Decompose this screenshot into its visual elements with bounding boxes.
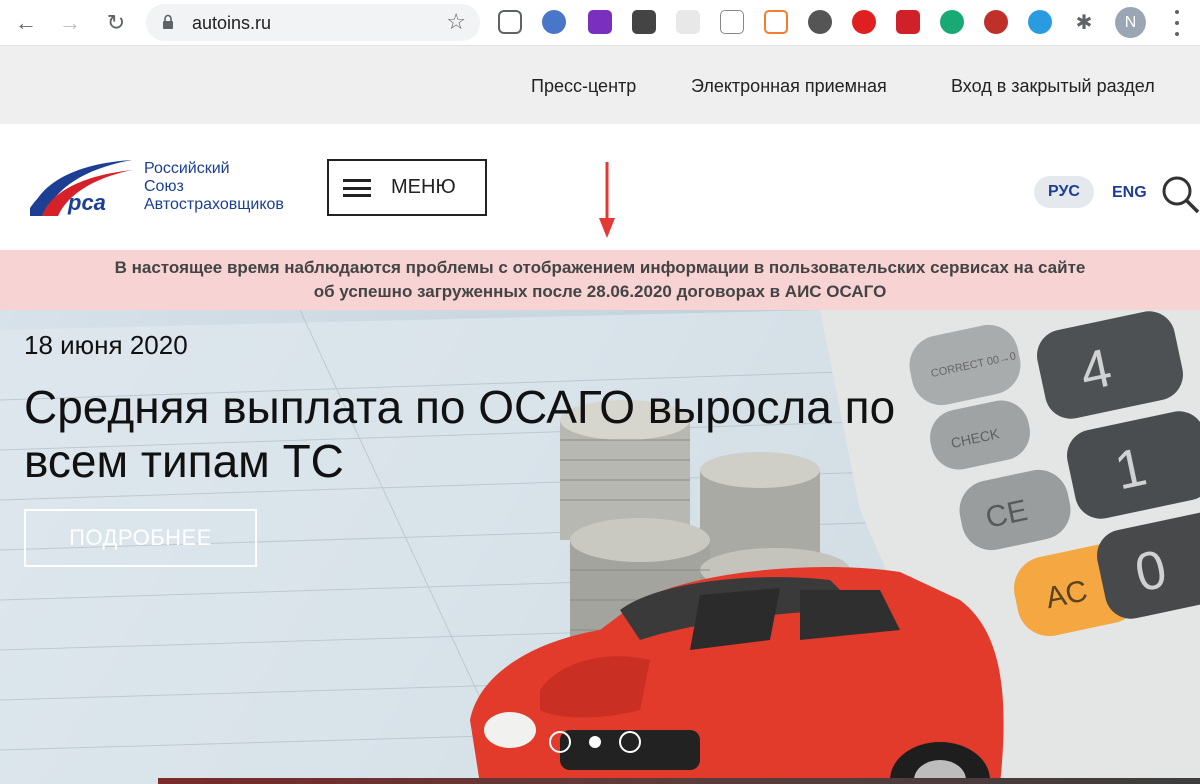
profile-avatar[interactable]: N — [1115, 7, 1146, 38]
extension-icon-5[interactable] — [676, 10, 700, 34]
extension-icon-6[interactable] — [720, 10, 744, 34]
browser-menu-icon[interactable] — [1172, 10, 1182, 36]
extension-icon-7[interactable] — [764, 10, 788, 34]
slider-dot-1[interactable] — [549, 731, 571, 753]
hamburger-icon — [343, 179, 371, 197]
warning-notice: В настоящее время наблюдаются проблемы с… — [0, 250, 1200, 310]
notice-line-2: об успешно загруженных после 28.06.2020 … — [313, 282, 887, 301]
logo-text[interactable]: Российский Союз Автостраховщиков — [144, 160, 284, 214]
more-details-button[interactable]: ПОДРОБНЕЕ — [24, 509, 257, 567]
e-reception-link[interactable]: Электронная приемная — [691, 76, 887, 97]
top-links-bar: Пресс-центр Электронная приемная Вход в … — [0, 46, 1200, 124]
press-center-link[interactable]: Пресс-центр — [531, 76, 636, 97]
search-icon[interactable] — [1160, 174, 1200, 214]
slider-dot-2[interactable] — [589, 736, 601, 748]
forward-arrow-icon[interactable]: → — [53, 6, 87, 40]
notice-line-1: В настоящее время наблюдаются проблемы с… — [114, 258, 1086, 277]
lang-rus-button[interactable]: РУС — [1034, 176, 1094, 208]
reload-icon[interactable]: ↻ — [99, 6, 133, 40]
menu-button[interactable]: МЕНЮ — [327, 159, 487, 216]
lock-icon — [163, 14, 173, 29]
slider-dot-3[interactable] — [619, 731, 641, 753]
red-arrow-annotation-icon — [599, 162, 615, 238]
browser-toolbar: ← → ↻ autoins.ru ☆ ✱ N — [0, 0, 1200, 46]
back-arrow-icon[interactable]: ← — [9, 6, 43, 40]
grammarly-extension-icon[interactable] — [940, 10, 964, 34]
extension-icon-10[interactable] — [896, 10, 920, 34]
bookmark-star-icon[interactable]: ☆ — [446, 9, 466, 35]
lang-eng-button[interactable]: ENG — [1112, 184, 1147, 202]
url-text[interactable]: autoins.ru — [192, 13, 271, 34]
extension-icon-12[interactable] — [984, 10, 1008, 34]
extension-icon-8[interactable] — [808, 10, 832, 34]
puzzle-extensions-icon[interactable]: ✱ — [1072, 10, 1096, 34]
logo-mark-text: рса — [67, 190, 106, 215]
hero-date: 18 июня 2020 — [24, 330, 188, 360]
hero-slider: CORRECT 00→0 CHECK CE AC 4 1 0 18 июня 2… — [0, 310, 1200, 784]
address-bar[interactable]: autoins.ru ☆ — [146, 4, 480, 41]
private-section-link[interactable]: Вход в закрытый раздел — [951, 76, 1155, 97]
pocket-extension-icon[interactable] — [498, 10, 522, 34]
bottom-strip — [158, 778, 1200, 784]
rsa-logo-icon[interactable]: рса — [28, 158, 136, 218]
extension-icon-9[interactable] — [852, 10, 876, 34]
site-header: рса Российский Союз Автостраховщиков МЕН… — [0, 124, 1200, 250]
menu-label: МЕНЮ — [391, 176, 456, 198]
hero-title[interactable]: Средняя выплата по ОСАГО выросла по всем… — [24, 380, 924, 488]
cloud-extension-icon[interactable] — [1028, 10, 1052, 34]
rp-extension-icon[interactable] — [588, 10, 612, 34]
extension-icon-4[interactable] — [632, 10, 656, 34]
slider-dots — [549, 731, 641, 753]
extension-icon-2[interactable] — [542, 10, 566, 34]
